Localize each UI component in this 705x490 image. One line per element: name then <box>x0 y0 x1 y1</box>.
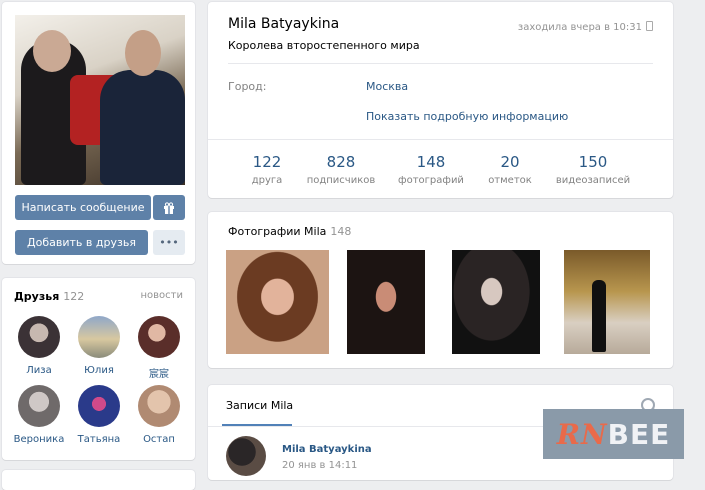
counter-value: 148 <box>416 153 446 171</box>
friends-card: Друзья 122 новости Лиза Юлия 宸宸 Вероника … <box>2 278 195 460</box>
friend-item[interactable]: Татьяна <box>69 385 129 445</box>
counter-videos[interactable]: 150 видеозаписей <box>548 153 638 186</box>
post-author-name[interactable]: Mila Batyaykina <box>282 444 372 455</box>
city-label: Город: <box>228 80 267 93</box>
friend-name: Татьяна <box>77 434 121 445</box>
post-date[interactable]: 20 янв в 14:11 <box>282 460 357 471</box>
profile-name: Mila Batyaykina <box>228 16 340 32</box>
friend-name: Вероника <box>13 434 65 445</box>
photo-thumbnail[interactable] <box>564 250 650 354</box>
friend-avatar <box>138 385 180 427</box>
photo-thumbnail[interactable] <box>347 250 425 354</box>
friends-title[interactable]: Друзья <box>14 290 59 303</box>
counter-label: видеозаписей <box>555 175 631 186</box>
counter-photos[interactable]: 148 фотографий <box>386 153 476 186</box>
more-actions-button[interactable]: ••• <box>153 230 185 255</box>
counter-followers[interactable]: 828 подписчиков <box>296 153 386 186</box>
tab-posts[interactable]: Записи Mila <box>226 399 293 412</box>
friend-name: Остап <box>143 434 175 445</box>
counter-label: отметок <box>488 175 532 186</box>
watermark-part-1: RN <box>556 417 608 451</box>
friend-name: 宸宸 <box>149 369 169 380</box>
photos-card: Фотографии Mila 148 <box>208 212 673 368</box>
counter-value: 828 <box>326 153 356 171</box>
last-seen-text: заходила вчера в 10:31 <box>517 22 642 33</box>
show-more-info-link[interactable]: Показать подробную информацию <box>366 110 568 123</box>
city-value[interactable]: Москва <box>366 80 408 93</box>
profile-info-card: Mila Batyaykina заходила вчера в 10:31 К… <box>208 2 673 198</box>
post-author-avatar[interactable] <box>226 436 266 476</box>
photos-title[interactable]: Фотографии Mila 148 <box>228 225 351 238</box>
gift-button[interactable] <box>153 195 185 220</box>
add-friend-button[interactable]: Добавить в друзья <box>15 230 148 255</box>
gift-icon <box>164 201 174 214</box>
friend-item[interactable]: Юлия <box>69 316 129 376</box>
watermark-part-2: BEE <box>607 417 671 451</box>
mobile-icon <box>646 21 653 31</box>
counter-label: фотографий <box>398 175 464 186</box>
friend-avatar <box>18 385 60 427</box>
friend-avatar <box>78 385 120 427</box>
friend-avatar <box>78 316 120 358</box>
send-message-button[interactable]: Написать сообщение <box>15 195 151 220</box>
profile-avatar-card: Написать сообщение Добавить в друзья ••• <box>2 2 195 264</box>
photo-thumbnail[interactable] <box>452 250 540 354</box>
photos-count: 148 <box>330 225 352 238</box>
counter-label: подписчиков <box>306 175 376 186</box>
friend-name: Юлия <box>84 365 114 376</box>
friend-avatar <box>138 316 180 358</box>
friends-header: Друзья 122 новости <box>14 290 183 304</box>
divider <box>228 63 653 64</box>
friend-item[interactable]: 宸宸 <box>129 316 189 380</box>
friend-name: Лиза <box>26 365 52 376</box>
photos-title-text: Фотографии Mila <box>228 225 327 238</box>
watermark-logo: RN BEE <box>543 409 684 459</box>
counter-value: 20 <box>500 153 520 171</box>
profile-status: Королева второстепенного мира <box>228 39 420 52</box>
friend-avatar <box>18 316 60 358</box>
counter-value: 150 <box>578 153 608 171</box>
friend-item[interactable]: Остап <box>129 385 189 445</box>
friends-news-link[interactable]: новости <box>141 290 184 301</box>
photo-thumbnail[interactable] <box>226 250 329 354</box>
divider <box>208 139 673 140</box>
friend-item[interactable]: Лиза <box>9 316 69 376</box>
friend-item[interactable]: Вероника <box>9 385 69 445</box>
friends-count: 122 <box>63 290 85 303</box>
profile-avatar-photo[interactable] <box>15 15 185 185</box>
left-bottom-card <box>2 470 195 490</box>
last-seen: заходила вчера в 10:31 <box>518 21 653 33</box>
counter-tags[interactable]: 20 отметок <box>465 153 555 186</box>
